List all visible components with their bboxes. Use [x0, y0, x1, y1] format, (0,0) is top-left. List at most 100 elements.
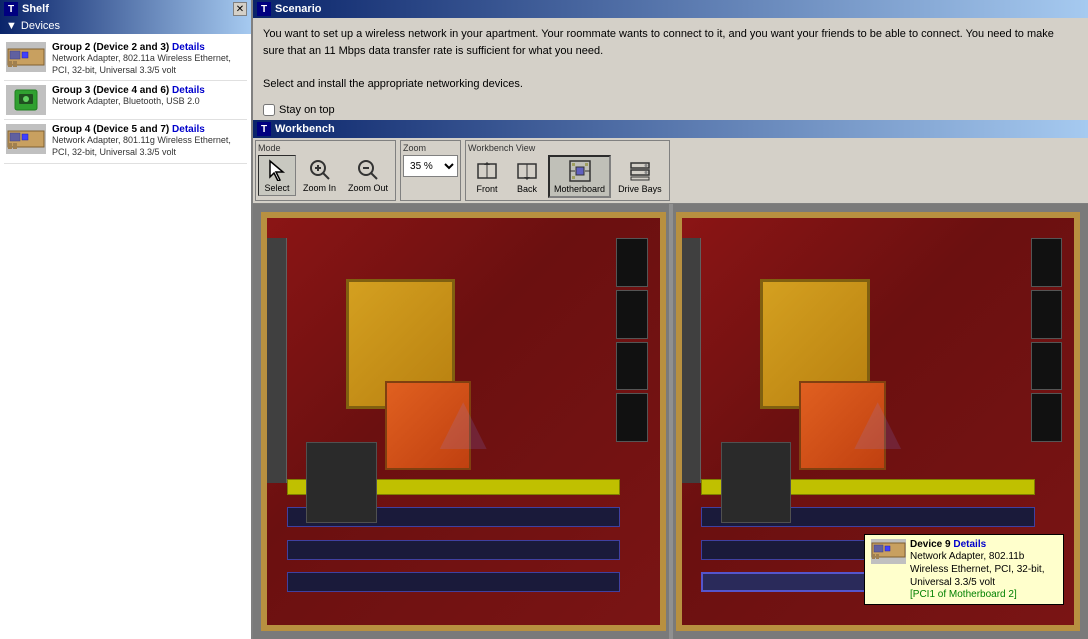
shelf-close-button[interactable]: ✕ — [233, 2, 247, 16]
motherboard-label: Motherboard — [554, 184, 605, 194]
device-tooltip: Device 9 Details Network Adapter, 802.11… — [864, 534, 1064, 605]
mb-separator — [669, 204, 673, 639]
mode-label: Mode — [258, 143, 393, 153]
shelf-title-text: T Shelf — [4, 2, 49, 16]
device-info-group3: Group 3 (Device 4 and 6) Details Network… — [52, 85, 245, 108]
mb1-chipset — [306, 442, 377, 523]
tooltip-slot: [PCI1 of Motherboard 2] — [910, 589, 1057, 600]
zoom-select[interactable]: 25 % 35 % 50 % 75 % 100 % — [403, 155, 458, 177]
scenario-t-icon: T — [257, 2, 271, 16]
app-layout: T Shelf ✕ ▼ Devices — [0, 0, 1088, 639]
device-icon-group2 — [6, 42, 46, 72]
device-icon-group4 — [6, 124, 46, 154]
device-info-group2: Group 2 (Device 2 and 3) Details Network… — [52, 42, 245, 76]
shelf-title-label: Shelf — [22, 3, 49, 15]
tooltip-details-link[interactable]: Details — [953, 539, 986, 550]
front-label: Front — [477, 184, 498, 194]
back-view-icon — [515, 159, 539, 183]
front-view-button[interactable]: Front — [468, 156, 506, 197]
zoom-group-items: 25 % 35 % 50 % 75 % 100 % — [403, 155, 458, 177]
mb1-pci2 — [287, 540, 621, 560]
device-icon-group3 — [6, 85, 46, 115]
cursor-icon — [265, 158, 289, 182]
back-label: Back — [517, 184, 537, 194]
devices-header: ▼ Devices — [0, 18, 251, 34]
stay-on-top-label: Stay on top — [279, 104, 335, 116]
stay-on-top-checkbox[interactable] — [263, 104, 275, 116]
scenario-line2: Select and install the appropriate netwo… — [263, 76, 1078, 93]
scenario-title-bar: T Scenario — [253, 0, 1088, 18]
mb1-left-connectors — [267, 238, 287, 482]
select-button[interactable]: Select — [258, 155, 296, 196]
device-details-link-group3[interactable]: Details — [172, 85, 205, 96]
shelf-close-icon: ✕ — [236, 4, 244, 15]
mb2-ram-area — [1031, 238, 1062, 442]
zoom-toolbar-group: Zoom 25 % 35 % 50 % 75 % 100 % — [400, 140, 461, 201]
device-name-group3: Group 3 (Device 4 and 6) Details — [52, 85, 245, 96]
tooltip-device-desc: Network Adapter, 802.11b Wireless Ethern… — [910, 550, 1057, 589]
zoom-in-label: Zoom In — [303, 183, 336, 193]
motherboard-1: ▲ — [261, 212, 666, 631]
motherboard-view-icon — [568, 159, 592, 183]
list-item[interactable]: Group 4 (Device 5 and 7) Details Network… — [4, 120, 247, 163]
device-desc-group3: Network Adapter, Bluetooth, USB 2.0 — [52, 96, 245, 108]
workbench-title-label: Workbench — [275, 123, 335, 135]
scenario-section: T Scenario You want to set up a wireless… — [253, 0, 1088, 100]
list-item[interactable]: Group 2 (Device 2 and 3) Details Network… — [4, 38, 247, 81]
workbench-title-bar: T Workbench — [253, 120, 1088, 138]
back-view-button[interactable]: Back — [508, 156, 546, 197]
zoom-in-button[interactable]: Zoom In — [298, 155, 341, 196]
shelf-panel: T Shelf ✕ ▼ Devices — [0, 0, 253, 639]
mb2-left-connectors — [682, 238, 702, 482]
device-name-group4: Group 4 (Device 5 and 7) Details — [52, 124, 245, 135]
drive-bays-label: Drive Bays — [618, 184, 662, 194]
device-card-icon2 — [7, 125, 45, 153]
stay-on-top-row: Stay on top — [253, 100, 1088, 120]
zoom-out-button[interactable]: Zoom Out — [343, 155, 393, 196]
mb2-chipset — [721, 442, 792, 523]
mb1-ram-area — [616, 238, 647, 442]
device-card-icon — [7, 43, 45, 71]
list-item[interactable]: Group 3 (Device 4 and 6) Details Network… — [4, 81, 247, 120]
mb1-heatsink — [385, 381, 471, 471]
motherboard-2: ▲ — [676, 212, 1081, 631]
motherboard-view-button[interactable]: Motherboard — [548, 155, 611, 198]
workbench-section: T Workbench Mode Sele — [253, 120, 1088, 639]
workbench-toolbar: Mode Select — [253, 138, 1088, 204]
select-label: Select — [264, 183, 289, 193]
zoom-label: Zoom — [403, 143, 458, 153]
drive-bays-icon — [628, 159, 652, 183]
device-info-group4: Group 4 (Device 5 and 7) Details Network… — [52, 124, 245, 158]
tooltip-info: Device 9 Details Network Adapter, 802.11… — [910, 539, 1057, 600]
workbench-canvas[interactable]: ▲ — [253, 204, 1088, 639]
tooltip-header: Device 9 Details Network Adapter, 802.11… — [871, 539, 1057, 600]
tooltip-device-icon — [871, 539, 906, 564]
front-view-icon — [475, 159, 499, 183]
mode-toolbar-group: Mode Select — [255, 140, 396, 201]
view-toolbar-group: Workbench View Front — [465, 140, 670, 201]
scenario-title-label: Scenario — [275, 3, 321, 15]
device-details-link-group4[interactable]: Details — [172, 124, 205, 135]
device-details-link-group2[interactable]: Details — [172, 42, 205, 53]
device-desc-group4: Network Adapter, 801.11g Wireless Ethern… — [52, 135, 245, 158]
device-desc-group2: Network Adapter, 802.11a Wireless Ethern… — [52, 53, 245, 76]
scenario-text: You want to set up a wireless network in… — [253, 18, 1088, 100]
devices-list: Group 2 (Device 2 and 3) Details Network… — [0, 34, 251, 639]
devices-header-label: Devices — [21, 20, 60, 32]
device-name-group2: Group 2 (Device 2 and 3) Details — [52, 42, 245, 53]
zoom-out-label: Zoom Out — [348, 183, 388, 193]
mb1-pci1 — [287, 572, 621, 592]
shelf-t-icon: T — [4, 2, 18, 16]
right-panel: T Scenario You want to set up a wireless… — [253, 0, 1088, 639]
scenario-line1: You want to set up a wireless network in… — [263, 26, 1078, 59]
device-usb-icon — [7, 86, 45, 114]
drive-bays-button[interactable]: Drive Bays — [613, 156, 667, 197]
view-label: Workbench View — [468, 143, 667, 153]
tooltip-device-name: Device 9 Details — [910, 539, 1057, 550]
mb2-heatsink — [799, 381, 885, 471]
view-group-items: Front Back — [468, 155, 667, 198]
shelf-title-bar: T Shelf ✕ — [0, 0, 251, 18]
mode-group-items: Select Zoom In — [258, 155, 393, 196]
zoom-out-icon — [356, 158, 380, 182]
zoom-in-icon — [308, 158, 332, 182]
